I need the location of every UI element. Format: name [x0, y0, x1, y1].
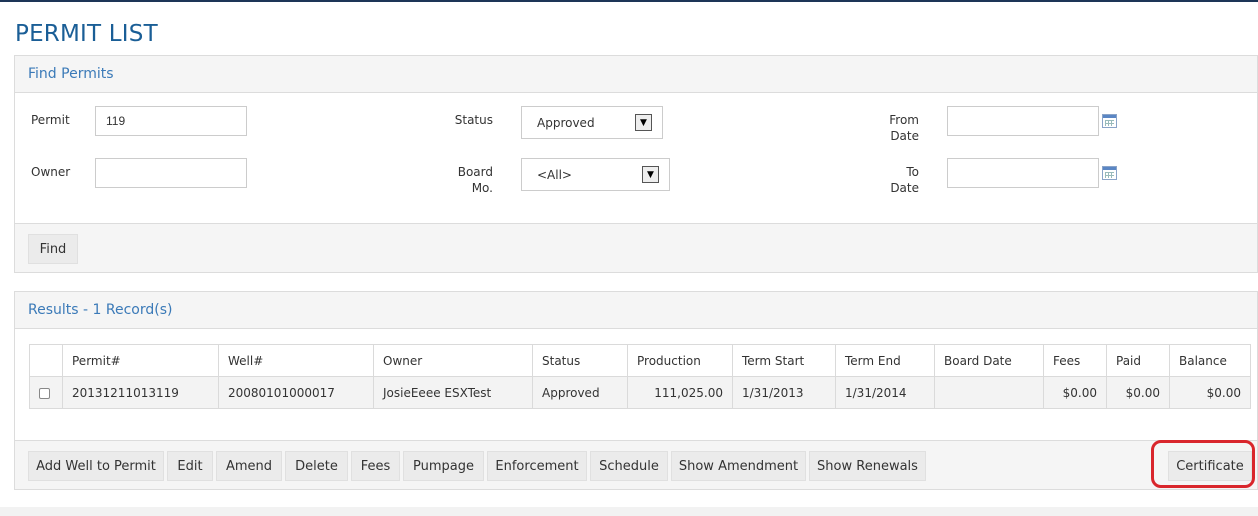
- row-checkbox[interactable]: [39, 387, 50, 399]
- term-start-cell: 1/31/2013: [732, 376, 836, 409]
- to-label-line1: To: [906, 165, 919, 179]
- column-header: Permit#: [62, 344, 219, 377]
- status-select[interactable]: Approved ▼: [521, 106, 663, 139]
- results-heading: Results - 1 Record(s): [15, 292, 1257, 329]
- enforcement-button[interactable]: Enforcement: [487, 451, 587, 481]
- schedule-button[interactable]: Schedule: [590, 451, 668, 481]
- amend-button[interactable]: Amend: [216, 451, 282, 481]
- bottom-bar: [0, 507, 1258, 516]
- from-date-input[interactable]: [947, 106, 1099, 136]
- owner-cell: JosieEeee ESXTest: [373, 376, 533, 409]
- board-mo-select[interactable]: <All> ▼: [521, 158, 670, 191]
- column-header: Production: [627, 344, 733, 377]
- column-header: Owner: [373, 344, 533, 377]
- find-permits-panel: Find Permits Permit Owner Status Approve…: [14, 55, 1258, 273]
- term-end-cell: 1/31/2014: [835, 376, 935, 409]
- balance-cell: $0.00: [1169, 376, 1251, 409]
- show-renewals-button[interactable]: Show Renewals: [809, 451, 926, 481]
- from-date-label: From Date: [875, 112, 919, 144]
- column-header: Paid: [1106, 344, 1170, 377]
- find-footer: Find: [15, 223, 1257, 272]
- column-header: Status: [532, 344, 628, 377]
- add-well-to-permit-button[interactable]: Add Well to Permit: [28, 451, 164, 481]
- permit-label: Permit: [31, 113, 70, 127]
- column-header: Term Start: [732, 344, 836, 377]
- select-column-header: [29, 344, 63, 377]
- permit-cell: 20131211013119: [62, 376, 219, 409]
- to-label-line2: Date: [890, 181, 919, 195]
- column-header: Term End: [835, 344, 935, 377]
- board-date-cell: [934, 376, 1044, 409]
- delete-button[interactable]: Delete: [285, 451, 348, 481]
- status-label: Status: [454, 113, 493, 127]
- results-table: Permit# Well# Owner Status Production Te…: [29, 344, 1251, 409]
- page-title: PERMIT LIST: [15, 21, 158, 47]
- find-button[interactable]: Find: [28, 234, 78, 264]
- column-header: Well#: [218, 344, 374, 377]
- paid-cell: $0.00: [1106, 376, 1170, 409]
- column-header: Balance: [1169, 344, 1251, 377]
- calendar-icon[interactable]: [1102, 166, 1117, 180]
- show-amendment-button[interactable]: Show Amendment: [671, 451, 806, 481]
- table-header-row: Permit# Well# Owner Status Production Te…: [29, 344, 1251, 377]
- top-border: [0, 0, 1258, 2]
- column-header: Board Date: [934, 344, 1044, 377]
- results-panel: Results - 1 Record(s) Permit# Well# Owne…: [14, 291, 1258, 490]
- board-mo-select-value: <All>: [537, 168, 572, 182]
- actions-toolbar: Add Well to Permit Edit Amend Delete Fee…: [15, 440, 1257, 489]
- certificate-highlight-annotation: [1151, 440, 1255, 488]
- owner-input[interactable]: [95, 158, 247, 188]
- chevron-down-icon: ▼: [635, 114, 652, 131]
- column-header: Fees: [1043, 344, 1107, 377]
- production-cell: 111,025.00: [627, 376, 733, 409]
- from-label-line2: Date: [890, 129, 919, 143]
- to-date-input[interactable]: [947, 158, 1099, 188]
- board-label-line1: Board: [457, 165, 493, 179]
- row-select-cell: [29, 376, 63, 409]
- permit-input[interactable]: [95, 106, 247, 136]
- fees-cell: $0.00: [1043, 376, 1107, 409]
- to-date-label: To Date: [875, 164, 919, 196]
- chevron-down-icon: ▼: [642, 166, 659, 183]
- from-label-line1: From: [889, 113, 919, 127]
- table-row[interactable]: 20131211013119 20080101000017 JosieEeee …: [29, 376, 1251, 409]
- calendar-icon[interactable]: [1102, 114, 1117, 128]
- status-select-value: Approved: [537, 116, 595, 130]
- board-label-line2: Mo.: [471, 181, 493, 195]
- fees-button[interactable]: Fees: [351, 451, 400, 481]
- pumpage-button[interactable]: Pumpage: [403, 451, 484, 481]
- find-permits-heading: Find Permits: [15, 56, 1257, 93]
- well-cell: 20080101000017: [218, 376, 374, 409]
- owner-label: Owner: [31, 165, 71, 179]
- status-cell: Approved: [532, 376, 628, 409]
- board-mo-label: Board Mo.: [445, 164, 493, 196]
- edit-button[interactable]: Edit: [167, 451, 213, 481]
